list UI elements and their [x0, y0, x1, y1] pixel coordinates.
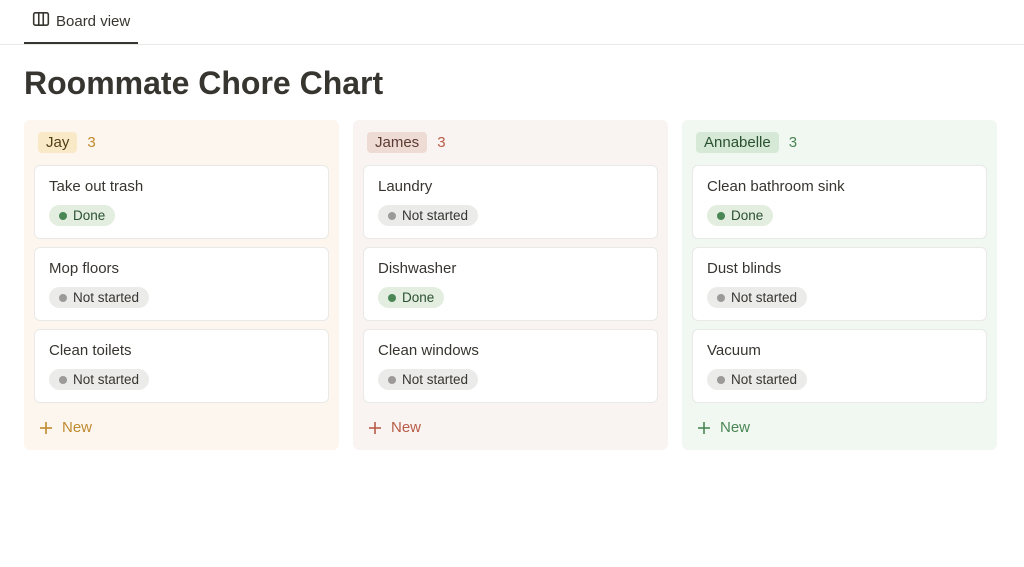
card-title: Dishwasher: [378, 260, 643, 277]
status-label: Not started: [402, 372, 468, 387]
card[interactable]: Take out trash Done: [34, 165, 329, 239]
status-badge: Not started: [707, 287, 807, 308]
status-dot-icon: [717, 212, 725, 220]
column-header: Annabelle 3: [692, 130, 987, 165]
status-badge: Not started: [378, 205, 478, 226]
status-badge: Not started: [49, 287, 149, 308]
status-badge: Not started: [49, 369, 149, 390]
status-dot-icon: [59, 294, 67, 302]
status-dot-icon: [59, 376, 67, 384]
card-title: Mop floors: [49, 260, 314, 277]
new-label: New: [62, 419, 92, 436]
card[interactable]: Clean windows Not started: [363, 329, 658, 403]
card[interactable]: Dishwasher Done: [363, 247, 658, 321]
status-dot-icon: [388, 212, 396, 220]
card[interactable]: Laundry Not started: [363, 165, 658, 239]
card[interactable]: Clean bathroom sink Done: [692, 165, 987, 239]
status-label: Not started: [731, 290, 797, 305]
tab-board-view[interactable]: Board view: [24, 0, 138, 44]
status-label: Not started: [731, 372, 797, 387]
column-annabelle: Annabelle 3 Clean bathroom sink Done Dus…: [682, 120, 997, 450]
content-area: Roommate Chore Chart Jay 3 Take out tras…: [0, 45, 1024, 470]
column-header: Jay 3: [34, 130, 329, 165]
card[interactable]: Clean toilets Not started: [34, 329, 329, 403]
tab-bar: Board view: [0, 0, 1024, 45]
new-label: New: [391, 419, 421, 436]
status-badge: Not started: [707, 369, 807, 390]
card[interactable]: Dust blinds Not started: [692, 247, 987, 321]
status-label: Done: [73, 208, 105, 223]
card-title: Take out trash: [49, 178, 314, 195]
card-title: Laundry: [378, 178, 643, 195]
card-title: Dust blinds: [707, 260, 972, 277]
status-dot-icon: [59, 212, 67, 220]
column-header: James 3: [363, 130, 658, 165]
new-card-button[interactable]: New: [692, 411, 987, 440]
plus-icon: [696, 420, 712, 436]
status-dot-icon: [717, 294, 725, 302]
card-title: Clean bathroom sink: [707, 178, 972, 195]
status-dot-icon: [388, 376, 396, 384]
person-tag-jay[interactable]: Jay: [38, 132, 77, 153]
person-tag-annabelle[interactable]: Annabelle: [696, 132, 779, 153]
status-dot-icon: [717, 376, 725, 384]
column-count: 3: [789, 134, 797, 151]
status-label: Not started: [73, 290, 139, 305]
new-card-button[interactable]: New: [363, 411, 658, 440]
status-label: Not started: [73, 372, 139, 387]
status-label: Done: [402, 290, 434, 305]
column-james: James 3 Laundry Not started Dishwasher D…: [353, 120, 668, 450]
status-badge: Done: [49, 205, 115, 226]
new-card-button[interactable]: New: [34, 411, 329, 440]
tab-label: Board view: [56, 13, 130, 30]
column-count: 3: [87, 134, 95, 151]
card-title: Vacuum: [707, 342, 972, 359]
page-title: Roommate Chore Chart: [24, 65, 1000, 102]
status-badge: Done: [707, 205, 773, 226]
status-label: Done: [731, 208, 763, 223]
status-dot-icon: [388, 294, 396, 302]
column-count: 3: [437, 134, 445, 151]
column-jay: Jay 3 Take out trash Done Mop floors Not…: [24, 120, 339, 450]
card[interactable]: Mop floors Not started: [34, 247, 329, 321]
person-tag-james[interactable]: James: [367, 132, 427, 153]
plus-icon: [38, 420, 54, 436]
status-label: Not started: [402, 208, 468, 223]
new-label: New: [720, 419, 750, 436]
card-title: Clean toilets: [49, 342, 314, 359]
kanban-board: Jay 3 Take out trash Done Mop floors Not…: [24, 120, 1000, 450]
status-badge: Not started: [378, 369, 478, 390]
status-badge: Done: [378, 287, 444, 308]
card-title: Clean windows: [378, 342, 643, 359]
card[interactable]: Vacuum Not started: [692, 329, 987, 403]
board-icon: [32, 10, 50, 32]
plus-icon: [367, 420, 383, 436]
